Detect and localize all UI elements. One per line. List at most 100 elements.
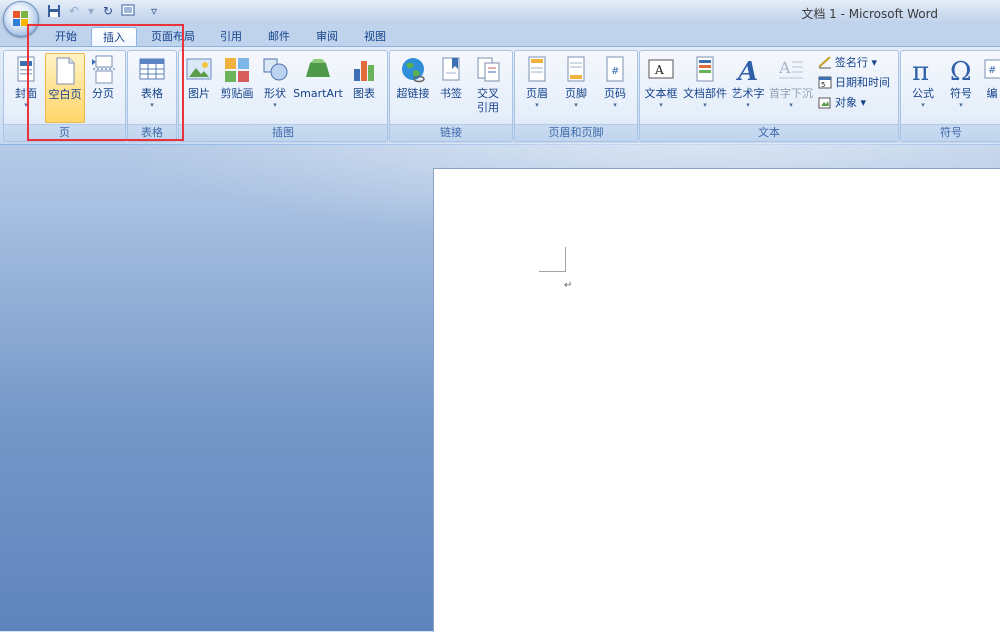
quick-parts-dropdown-icon[interactable]: ▾ <box>682 101 728 110</box>
equation-dropdown-icon[interactable]: ▾ <box>905 101 941 110</box>
cross-reference-label-1: 交叉 <box>477 87 499 100</box>
redo-icon[interactable]: ▾ <box>86 4 96 18</box>
header-button[interactable]: 页眉 ▾ <box>519 53 555 121</box>
footer-button[interactable]: 页脚 ▾ <box>558 53 594 121</box>
picture-label: 图片 <box>188 87 210 100</box>
drop-cap-button[interactable]: A 首字下沉 ▾ <box>768 53 814 121</box>
table-button[interactable]: 表格 ▾ <box>134 53 170 121</box>
table-dropdown-icon[interactable]: ▾ <box>134 101 170 110</box>
tab-view[interactable]: 视图 <box>354 27 396 46</box>
date-time-button[interactable]: 5 日期和时间 <box>818 74 890 92</box>
number-button[interactable]: # 编 <box>981 53 1000 121</box>
redo-icon[interactable]: ↻ <box>100 4 116 18</box>
drop-cap-dropdown-icon[interactable]: ▾ <box>768 101 814 110</box>
page-break-button[interactable]: 分页 <box>86 53 120 121</box>
group-label-symbols: 符号 <box>901 124 1000 141</box>
equation-button[interactable]: π 公式 ▾ <box>905 53 941 121</box>
cover-page-button[interactable]: 封面 ▾ <box>9 53 43 121</box>
clipart-icon <box>223 55 251 85</box>
symbol-dropdown-icon[interactable]: ▾ <box>943 101 979 110</box>
header-icon <box>523 55 551 85</box>
page-number-dropdown-icon[interactable]: ▾ <box>597 101 633 110</box>
wordart-icon: A <box>734 55 762 87</box>
group-label-tables: 表格 <box>128 124 176 141</box>
textbox-dropdown-icon[interactable]: ▾ <box>642 101 680 110</box>
cross-reference-button[interactable]: 交叉 引用 <box>470 53 506 121</box>
paragraph-mark: ↵ <box>564 280 573 291</box>
picture-button[interactable]: 图片 <box>183 53 215 121</box>
tab-references[interactable]: 引用 <box>210 27 252 46</box>
textbox-label: 文本框 <box>644 87 678 100</box>
signature-line-button[interactable]: 签名行 ▾ <box>818 54 877 72</box>
watermark-brand: Bai du 经验 <box>768 544 978 584</box>
bookmark-icon <box>437 55 465 85</box>
group-text: A 文本框 ▾ 文档部件 ▾ A 艺术字 ▾ A 首字下沉 ▾ 签名行 ▾ 5 … <box>639 50 899 142</box>
tab-review[interactable]: 审阅 <box>306 27 348 46</box>
window-title: 文档 1 - Microsoft Word <box>801 7 938 21</box>
customize-dropdown-icon[interactable]: ▿ <box>146 4 162 18</box>
ribbon: 封面 ▾ 空白页 分页 页 表格 ▾ 表格 图片 剪贴画 形状 ▾ SmartA… <box>0 46 1000 145</box>
symbol-button[interactable]: Ω 符号 ▾ <box>943 53 979 121</box>
footer-dropdown-icon[interactable]: ▾ <box>558 101 594 110</box>
office-logo-icon <box>13 11 29 27</box>
svg-text:#: # <box>611 66 619 77</box>
quick-parts-icon <box>691 55 719 85</box>
globe-icon <box>399 55 427 85</box>
number-label: 编 <box>986 87 998 100</box>
quick-access-toolbar: ↶ ▾ ↻ ▿ <box>46 4 162 18</box>
group-pages: 封面 ▾ 空白页 分页 页 <box>3 50 126 142</box>
table-label: 表格 <box>141 87 163 100</box>
smartart-label: SmartArt <box>293 87 343 100</box>
wordart-button[interactable]: A 艺术字 ▾ <box>730 53 766 121</box>
quick-parts-label: 文档部件 <box>683 87 727 100</box>
smartart-icon <box>304 55 332 85</box>
pi-icon: π <box>909 55 937 87</box>
wordart-dropdown-icon[interactable]: ▾ <box>730 101 766 110</box>
tab-home[interactable]: 开始 <box>47 27 85 46</box>
tab-page-layout[interactable]: 页面布局 <box>143 27 203 46</box>
chart-icon <box>350 55 378 85</box>
picture-icon <box>185 55 213 85</box>
blank-page-button[interactable]: 空白页 <box>45 53 85 123</box>
group-label-links: 链接 <box>390 124 512 141</box>
chart-button[interactable]: 图表 <box>347 53 381 121</box>
print-preview-icon[interactable] <box>120 4 136 18</box>
calendar-icon: 5 <box>818 75 832 89</box>
chart-label: 图表 <box>353 87 375 100</box>
title-bar: ↶ ▾ ↻ ▿ 文档 1 - Microsoft Word <box>0 0 1000 25</box>
header-dropdown-icon[interactable]: ▾ <box>519 101 555 110</box>
page-break-icon <box>89 55 117 85</box>
group-symbols: π 公式 ▾ Ω 符号 ▾ # 编 符号 <box>900 50 1000 142</box>
equation-label: 公式 <box>912 87 934 100</box>
signature-line-label: 签名行 <box>835 56 868 69</box>
clipart-button[interactable]: 剪贴画 <box>217 53 257 121</box>
bookmark-button[interactable]: 书签 <box>435 53 467 121</box>
symbol-label: 符号 <box>950 87 972 100</box>
tab-insert[interactable]: 插入 <box>91 27 137 47</box>
smartart-button[interactable]: SmartArt <box>293 53 343 121</box>
cover-dropdown-icon[interactable]: ▾ <box>9 101 43 110</box>
date-time-label: 日期和时间 <box>835 76 890 89</box>
save-icon[interactable] <box>46 4 62 18</box>
group-label-illustrations: 插图 <box>179 124 387 141</box>
quick-parts-button[interactable]: 文档部件 ▾ <box>682 53 728 121</box>
undo-icon[interactable]: ↶ <box>66 4 82 18</box>
tab-mailings[interactable]: 邮件 <box>258 27 300 46</box>
watermark-url: jingyan.baidu.com <box>770 586 935 605</box>
page-number-button[interactable]: # 页码 ▾ <box>597 53 633 121</box>
clipart-label: 剪贴画 <box>220 87 254 100</box>
textbox-button[interactable]: A 文本框 ▾ <box>642 53 680 121</box>
object-button[interactable]: 对象 ▾ <box>818 94 866 112</box>
wordart-label: 艺术字 <box>731 87 765 100</box>
page-number-icon: # <box>601 55 629 85</box>
number-icon: # <box>981 55 1000 85</box>
page-number-label: 页码 <box>604 87 626 100</box>
shapes-dropdown-icon[interactable]: ▾ <box>259 101 291 110</box>
hyperlink-button[interactable]: 超链接 <box>393 53 433 121</box>
svg-text:5: 5 <box>821 81 825 89</box>
cover-page-label: 封面 <box>15 87 37 100</box>
office-button[interactable] <box>3 1 39 37</box>
shapes-button[interactable]: 形状 ▾ <box>259 53 291 121</box>
group-header-footer: 页眉 ▾ 页脚 ▾ # 页码 ▾ 页眉和页脚 <box>514 50 638 142</box>
svg-text:Ω: Ω <box>950 57 972 85</box>
